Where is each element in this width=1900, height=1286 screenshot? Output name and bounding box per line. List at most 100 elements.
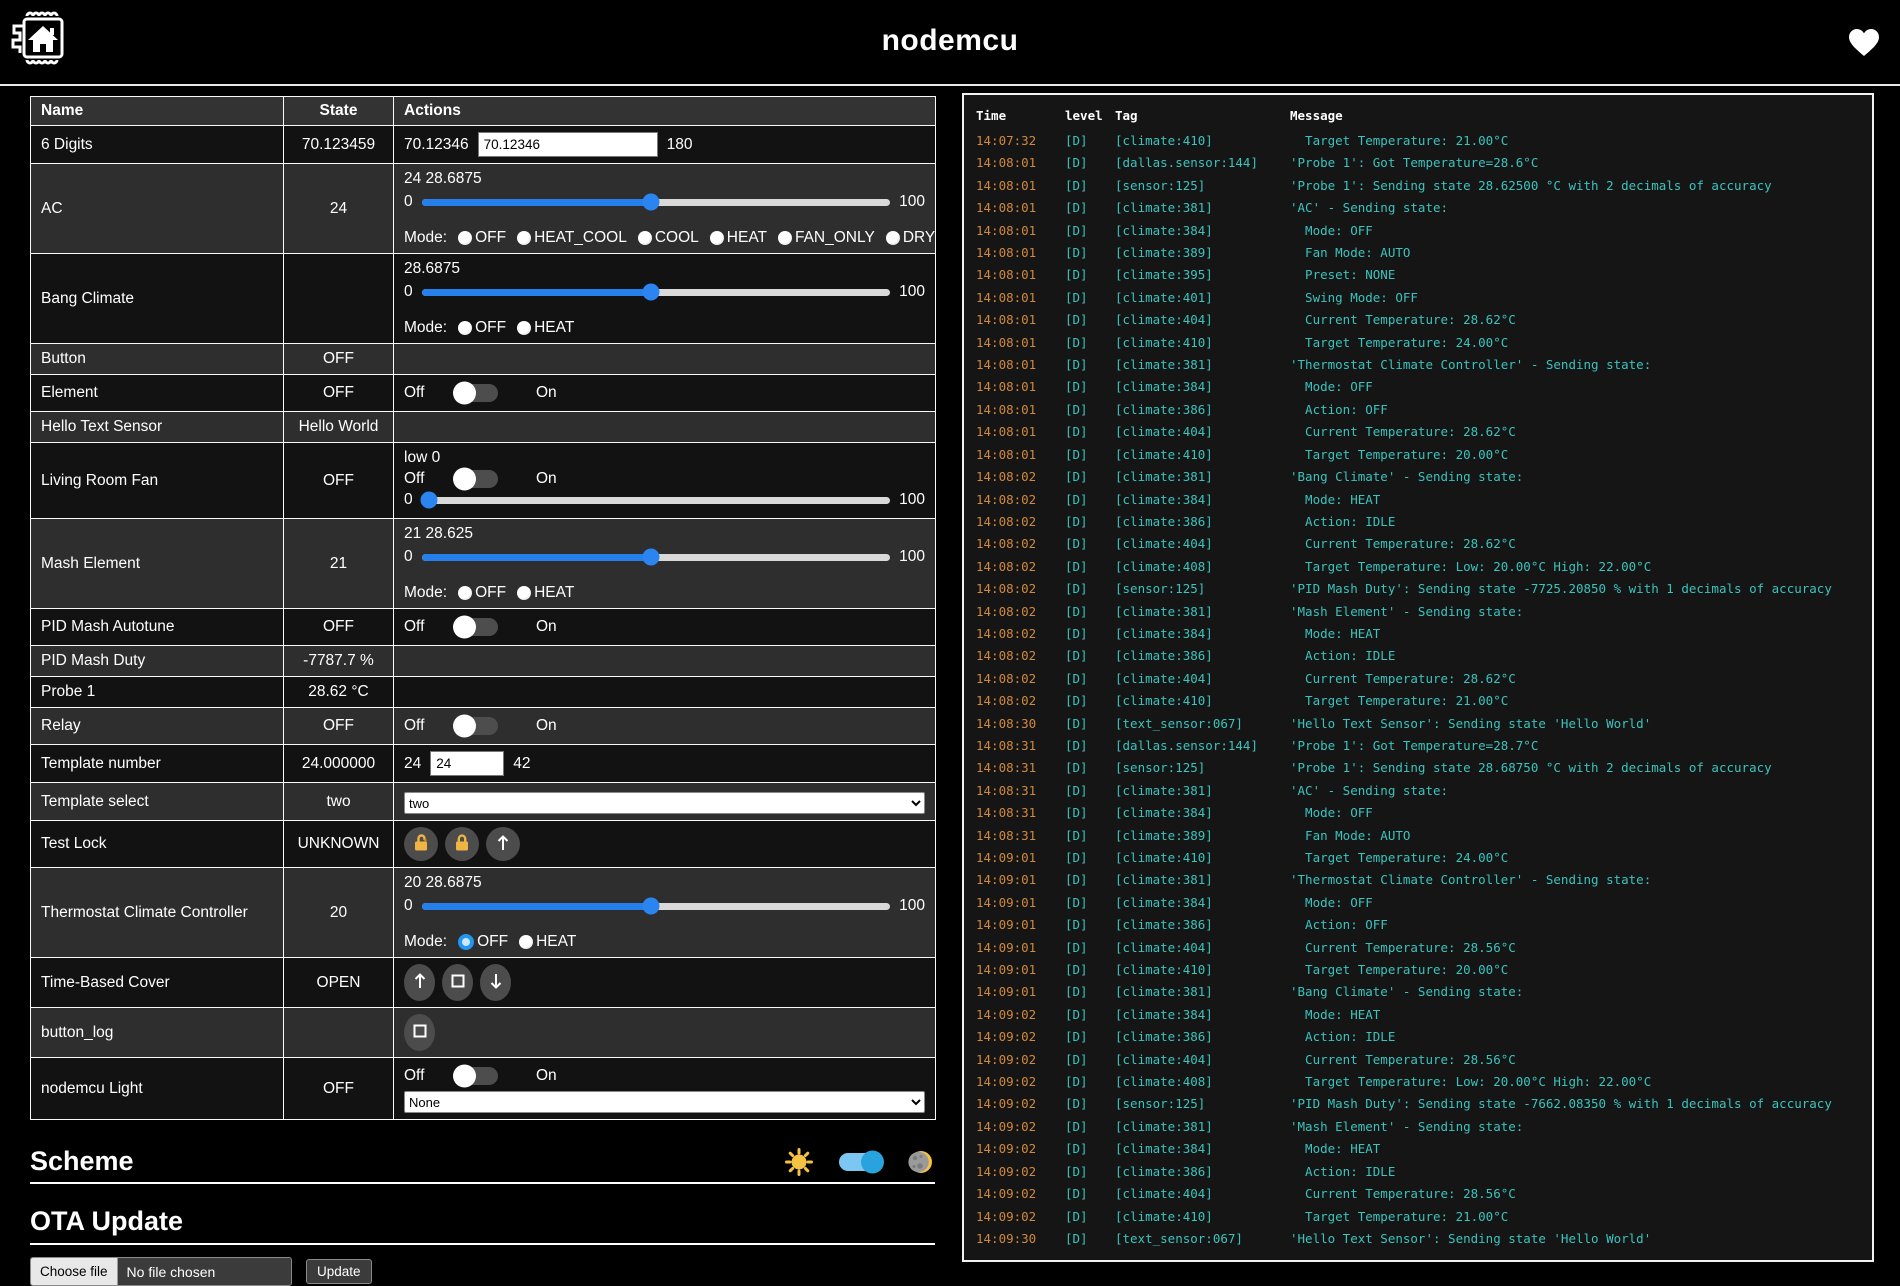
- slider[interactable]: [422, 289, 891, 296]
- slider-knob[interactable]: [643, 549, 660, 566]
- radio-button[interactable]: [638, 231, 652, 245]
- update-button[interactable]: Update: [306, 1259, 372, 1284]
- toggle-on-label: On: [536, 470, 557, 488]
- log-level: [D]: [1065, 376, 1115, 398]
- entity-name: PID Mash Autotune: [31, 609, 284, 646]
- log-tag: [text_sensor:067]: [1115, 713, 1290, 735]
- toggle-switch[interactable]: [456, 384, 498, 402]
- log-time: 14:08:31: [976, 802, 1065, 824]
- toggle-switch[interactable]: [456, 1067, 498, 1085]
- log-message: Mode: HEAT: [1290, 1138, 1860, 1160]
- table-header-row: Name State Actions: [31, 97, 936, 126]
- log-line: 14:09:01[D][climate:410] Target Temperat…: [976, 847, 1860, 869]
- toggle-knob[interactable]: [453, 382, 476, 405]
- log-time: 14:08:01: [976, 152, 1065, 174]
- radio-button[interactable]: [519, 935, 533, 949]
- entity-actions: [394, 958, 936, 1008]
- radio-button[interactable]: [517, 231, 531, 245]
- slider-row: 0100: [404, 193, 925, 211]
- arrow-up-icon: [494, 833, 512, 856]
- log-tag: [climate:381]: [1115, 1116, 1290, 1138]
- stop-button[interactable]: [404, 1014, 435, 1051]
- radio-button[interactable]: [517, 321, 531, 335]
- lock-closed-button[interactable]: [445, 827, 479, 861]
- toggle-switch[interactable]: [456, 717, 498, 735]
- entity-name: Bang Climate: [31, 254, 284, 344]
- entity-actions: [394, 677, 936, 708]
- table-row: Living Room FanOFFlow 0OffOn0100: [31, 443, 936, 519]
- toggle-knob[interactable]: [453, 715, 476, 738]
- stop-button[interactable]: [442, 964, 473, 1001]
- entity-name: Template select: [31, 783, 284, 821]
- toggle-switch[interactable]: [456, 470, 498, 488]
- radio-label: HEAT: [727, 229, 767, 247]
- log-message: 'Hello Text Sensor': Sending state 'Hell…: [1290, 713, 1860, 735]
- log-message: Target Temperature: 20.00°C: [1290, 959, 1860, 981]
- log-tag: [climate:381]: [1115, 869, 1290, 891]
- slider-knob[interactable]: [643, 194, 660, 211]
- log-column-message: Message: [1290, 104, 1860, 128]
- log-tag: [climate:384]: [1115, 623, 1290, 645]
- entity-name: PID Mash Duty: [31, 646, 284, 677]
- slider[interactable]: [422, 554, 891, 561]
- log-level: [D]: [1065, 937, 1115, 959]
- scheme-toggle[interactable]: [839, 1153, 881, 1171]
- log-time: 14:08:31: [976, 757, 1065, 779]
- table-row: 6 Digits70.12345970.12346180: [31, 126, 936, 164]
- log-tag: [climate:384]: [1115, 892, 1290, 914]
- toggle-knob[interactable]: [453, 616, 476, 639]
- log-level: [D]: [1065, 668, 1115, 690]
- toggle-switch[interactable]: [456, 618, 498, 636]
- slider[interactable]: [422, 199, 891, 206]
- slider[interactable]: [422, 903, 891, 910]
- radio-button[interactable]: [710, 231, 724, 245]
- number-input[interactable]: [430, 751, 504, 776]
- radio-button[interactable]: [458, 321, 472, 335]
- slider-knob[interactable]: [420, 492, 437, 509]
- log-time: 14:09:30: [976, 1228, 1065, 1250]
- radio-button[interactable]: [458, 231, 472, 245]
- log-time: 14:09:01: [976, 869, 1065, 891]
- log-message: Mode: OFF: [1290, 892, 1860, 914]
- log-panel[interactable]: Time level Tag Message 14:07:32[D][clima…: [962, 93, 1874, 1262]
- radio-button[interactable]: [517, 586, 531, 600]
- log-time: 14:09:02: [976, 1004, 1065, 1026]
- toggle-knob[interactable]: [453, 1065, 476, 1088]
- number-input[interactable]: [478, 132, 658, 157]
- log-level: [D]: [1065, 1116, 1115, 1138]
- log-time: 14:08:01: [976, 242, 1065, 264]
- log-level: [D]: [1065, 735, 1115, 757]
- entity-select[interactable]: None: [404, 1091, 925, 1113]
- log-level: [D]: [1065, 197, 1115, 219]
- log-message: 'Mash Element' - Sending state:: [1290, 1116, 1860, 1138]
- scheme-toggle-knob[interactable]: [861, 1150, 884, 1173]
- log-tag: [climate:404]: [1115, 668, 1290, 690]
- heart-icon[interactable]: [1848, 28, 1880, 62]
- slider-knob[interactable]: [643, 284, 660, 301]
- entity-select[interactable]: two: [404, 792, 925, 814]
- arrow-up-button[interactable]: [486, 827, 520, 861]
- slider-max-label: 100: [899, 193, 925, 211]
- radio-button[interactable]: [778, 231, 792, 245]
- entity-actions: low 0OffOn0100: [394, 443, 936, 519]
- log-time: 14:08:01: [976, 421, 1065, 443]
- entity-state: 21: [284, 519, 394, 609]
- file-input[interactable]: Choose file No file chosen: [30, 1257, 292, 1286]
- radio-button[interactable]: [458, 934, 474, 950]
- slider-row: 0100: [404, 283, 925, 301]
- radio-button[interactable]: [886, 231, 900, 245]
- radio-button[interactable]: [458, 586, 472, 600]
- file-status-text: No file chosen: [127, 1264, 216, 1280]
- log-level: [D]: [1065, 1093, 1115, 1115]
- radio-label: OFF: [475, 229, 506, 247]
- mode-option-dry: DRY: [886, 229, 935, 247]
- log-line: 14:08:01[D][climate:410] Target Temperat…: [976, 444, 1860, 466]
- log-message: 'PID Mash Duty': Sending state -7662.083…: [1290, 1093, 1860, 1115]
- choose-file-button[interactable]: Choose file: [31, 1258, 118, 1285]
- slider[interactable]: [422, 497, 891, 504]
- toggle-knob[interactable]: [453, 468, 476, 491]
- slider-knob[interactable]: [643, 898, 660, 915]
- arrow-up-button[interactable]: [404, 964, 435, 1001]
- arrow-down-button[interactable]: [480, 964, 511, 1001]
- lock-open-button[interactable]: [404, 827, 438, 861]
